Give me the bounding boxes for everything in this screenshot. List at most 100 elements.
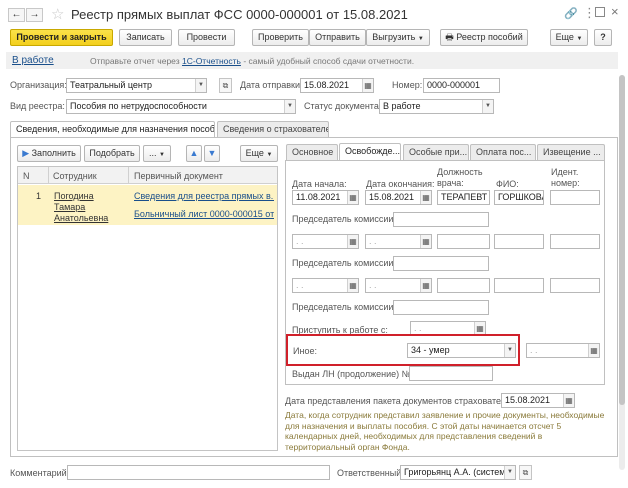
maximize-icon[interactable] <box>595 7 605 17</box>
other-date-field[interactable]: . . ▦ <box>526 343 600 358</box>
package-date-note: Дата, когда сотрудник представил заявлен… <box>285 410 605 452</box>
link-icon[interactable]: 🔗 <box>564 7 578 20</box>
post-button[interactable]: Провести <box>178 29 235 46</box>
move-up-button[interactable]: ▲ <box>186 145 202 162</box>
package-date-field[interactable]: 15.08.2021 ▦ <box>501 393 575 408</box>
release-1-end[interactable]: 15.08.2021 ▦ <box>365 190 432 205</box>
post-and-close-button[interactable]: Провести и закрыть <box>10 29 113 46</box>
release-1-fio[interactable]: ГОРШКОВА <box>494 190 544 205</box>
move-down-button[interactable]: ▼ <box>204 145 220 162</box>
doc-status-field[interactable]: В работе ▼ <box>379 99 494 114</box>
other-label: Иное: <box>293 346 317 356</box>
calendar-icon[interactable]: ▦ <box>347 279 358 292</box>
benefit-registry-button[interactable]: 🖶 Реестр пособий <box>440 29 528 46</box>
release-1-start[interactable]: 11.08.2021 ▦ <box>292 190 359 205</box>
tab-main[interactable]: Основное <box>286 144 338 160</box>
release-2-end[interactable]: . . ▦ <box>365 234 432 249</box>
row-doc-primary[interactable]: Сведения для реестра прямых в... <box>134 191 274 201</box>
fill-icon: ▶ <box>22 148 30 158</box>
pick-button[interactable]: Подобрать <box>84 145 140 162</box>
open-icon[interactable]: ⧉ <box>519 465 532 480</box>
column-primary-doc[interactable]: Первичный документ <box>134 171 223 181</box>
tab-special[interactable]: Особые при... <box>403 144 469 160</box>
registry-type-label: Вид реестра: <box>10 101 65 111</box>
favorite-star-icon[interactable]: ☆ <box>51 5 64 23</box>
column-employee[interactable]: Сотрудник <box>53 171 97 181</box>
number-field[interactable]: 0000-000001 <box>423 78 500 93</box>
back-button[interactable]: ← <box>8 8 25 22</box>
release-2-position[interactable] <box>437 234 490 249</box>
more-label: Еще <box>555 32 574 42</box>
release-3-id[interactable] <box>550 278 600 293</box>
arrow-down-icon: ▼ <box>207 148 217 158</box>
tab-notice[interactable]: Извещение ... <box>537 144 605 160</box>
release-3-start-value: . . <box>296 280 304 290</box>
release-3-position[interactable] <box>437 278 490 293</box>
release-2-start[interactable]: . . ▦ <box>292 234 359 249</box>
open-icon[interactable]: ⧉ <box>219 78 232 93</box>
chevron-down-icon[interactable]: ▼ <box>504 466 515 479</box>
calendar-icon[interactable]: ▦ <box>347 191 358 204</box>
tab-benefit-info[interactable]: Сведения, необходимые для назначения пос… <box>10 121 215 138</box>
chevron-down-icon[interactable]: ▼ <box>284 100 295 113</box>
forward-button[interactable]: → <box>26 8 43 22</box>
pick-more-button[interactable]: ... ▼ <box>143 145 171 162</box>
arrow-up-icon: ▲ <box>189 148 199 158</box>
release-1-id[interactable] <box>550 190 600 205</box>
calendar-icon[interactable]: ▦ <box>420 191 431 204</box>
tab-insurer-info[interactable]: Сведения о страхователе <box>217 121 329 137</box>
status-link[interactable]: В работе <box>12 55 54 66</box>
tab-release[interactable]: Освобожде... <box>339 143 401 160</box>
calendar-icon[interactable]: ▦ <box>362 79 373 92</box>
comment-field[interactable] <box>67 465 330 480</box>
more-button[interactable]: Еще ▼ <box>550 29 588 46</box>
fill-button[interactable]: ▶ Заполнить <box>17 145 81 162</box>
comment-label: Комментарий: <box>10 468 70 478</box>
registry-type-field[interactable]: Пособия по нетрудоспособности ▼ <box>66 99 296 114</box>
release-1-position[interactable]: ТЕРАПЕВТ <box>437 190 490 205</box>
responsible-value: Григорьянц А.А. (системн <box>404 467 511 477</box>
export-button[interactable]: Выгрузить ▼ <box>366 29 430 46</box>
release-3-end[interactable]: . . ▦ <box>365 278 432 293</box>
responsible-field[interactable]: Григорьянц А.А. (системн ▼ <box>400 465 516 480</box>
help-button[interactable]: ? <box>594 29 612 46</box>
calendar-icon[interactable]: ▦ <box>420 235 431 248</box>
calendar-icon[interactable]: ▦ <box>588 344 599 357</box>
chevron-down-icon[interactable]: ▼ <box>482 100 493 113</box>
release-3-start[interactable]: . . ▦ <box>292 278 359 293</box>
calendar-icon[interactable]: ▦ <box>420 279 431 292</box>
window-title: Реестр прямых выплат ФСС 0000-000001 от … <box>71 7 408 22</box>
title-bar: ← → ☆ Реестр прямых выплат ФСС 0000-0000… <box>0 0 628 28</box>
chevron-down-icon[interactable]: ▼ <box>504 344 515 357</box>
release-2-fio[interactable] <box>494 234 544 249</box>
printer-icon: 🖶 <box>445 32 454 42</box>
calendar-icon[interactable]: ▦ <box>347 235 358 248</box>
hint-link[interactable]: 1С-Отчетность <box>182 56 241 66</box>
send-date-field[interactable]: 15.08.2021 ▦ <box>300 78 374 93</box>
org-field[interactable]: Театральный центр ▼ <box>66 78 207 93</box>
col-id-label: Идент. номер: <box>551 167 580 188</box>
column-n[interactable]: N <box>23 171 30 181</box>
chair-3-field[interactable] <box>393 300 489 315</box>
continuation-field[interactable] <box>409 366 493 381</box>
calendar-icon[interactable]: ▦ <box>563 394 574 407</box>
tab-payment[interactable]: Оплата пос... <box>470 144 536 160</box>
row-employee[interactable]: Погодина Тамара Анатольевна <box>54 191 124 224</box>
send-button[interactable]: Отправить <box>309 29 366 46</box>
left-more-button[interactable]: Еще ▼ <box>240 145 278 162</box>
other-select[interactable]: 34 - умер ▼ <box>407 343 516 358</box>
check-button[interactable]: Проверить <box>252 29 309 46</box>
chevron-down-icon[interactable]: ▼ <box>195 79 206 92</box>
vertical-scrollbar[interactable] <box>619 75 625 470</box>
col-position-label: Должность врача: <box>437 167 483 188</box>
chair-1-field[interactable] <box>393 212 489 227</box>
scrollbar-thumb[interactable] <box>619 75 625 405</box>
release-2-id[interactable] <box>550 234 600 249</box>
release-3-fio[interactable] <box>494 278 544 293</box>
close-icon[interactable]: × <box>611 4 619 19</box>
hint-suffix: - самый удобный способ сдачи отчетности. <box>243 56 415 66</box>
save-button[interactable]: Записать <box>119 29 172 46</box>
chair-2-field[interactable] <box>393 256 489 271</box>
other-date-value: . . <box>530 345 538 355</box>
row-doc-sick-leave[interactable]: Больничный лист 0000-000015 от... <box>134 209 274 219</box>
